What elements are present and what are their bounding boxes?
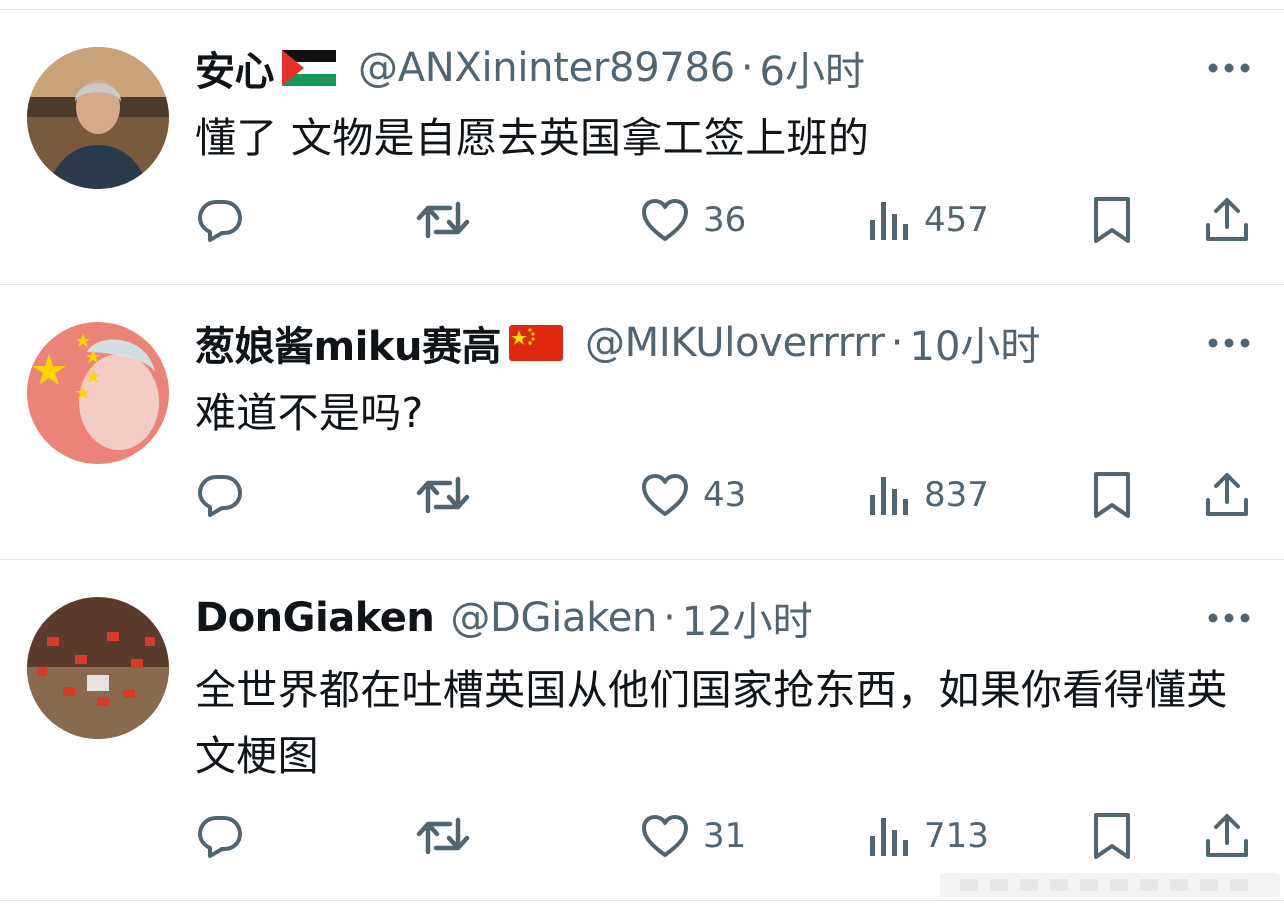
retweet-icon <box>416 196 470 244</box>
separator-dot: · <box>890 320 904 366</box>
view-count: 837 <box>924 475 989 515</box>
retweet-button[interactable] <box>416 806 470 866</box>
action-bar: 43 837 <box>0 465 1284 525</box>
reply-icon <box>196 471 244 519</box>
tweet[interactable]: DonGiaken @DGiaken · 12小时 全世界都在吐槽英国从他们国家… <box>0 560 1284 900</box>
share-icon <box>1204 197 1250 243</box>
tweet-text: 全世界都在吐槽英国从他们国家抢东西，如果你看得懂英文梗图 <box>195 666 1228 780</box>
views-button[interactable]: 837 <box>868 465 989 525</box>
user-handle[interactable]: @ANXininter89786 <box>358 45 735 91</box>
views-button[interactable]: 713 <box>868 806 989 866</box>
view-count: 457 <box>924 200 989 240</box>
china-flag-icon <box>508 325 563 361</box>
timestamp[interactable]: 10小时 <box>910 314 1041 372</box>
avatar[interactable] <box>27 597 169 739</box>
bookmark-button[interactable] <box>1092 190 1132 250</box>
share-icon <box>1204 813 1250 859</box>
views-icon <box>868 198 910 242</box>
bookmark-icon <box>1092 196 1132 244</box>
heart-icon <box>641 198 689 242</box>
views-icon <box>868 814 910 858</box>
view-count: 713 <box>924 816 989 856</box>
display-name[interactable]: DonGiaken <box>195 595 435 641</box>
share-button[interactable] <box>1204 806 1250 866</box>
views-icon <box>868 473 910 517</box>
views-button[interactable]: 457 <box>868 190 989 250</box>
retweet-icon <box>416 812 470 860</box>
separator-dot: · <box>740 45 754 91</box>
action-bar: 36 457 <box>0 190 1284 250</box>
tweet-header: 安心 @ANXininter89786 · 6小时 <box>195 39 865 97</box>
like-button[interactable]: 43 <box>641 465 746 525</box>
tweet-header: 葱娘酱miku赛高 @MIKUloverrrrr · 10小时 <box>195 314 1041 372</box>
bookmark-icon <box>1092 812 1132 860</box>
timestamp[interactable]: 12小时 <box>682 589 813 647</box>
tweet-header: DonGiaken @DGiaken · 12小时 <box>195 589 813 647</box>
reply-button[interactable] <box>196 190 244 250</box>
reply-icon <box>196 812 244 860</box>
palestine-flag-icon <box>282 50 336 86</box>
share-button[interactable] <box>1204 465 1250 525</box>
like-count: 36 <box>703 200 747 240</box>
tweet[interactable]: 葱娘酱miku赛高 @MIKUloverrrrr · 10小时 难道不是吗? 4… <box>0 285 1284 559</box>
like-count: 43 <box>703 475 747 515</box>
heart-icon <box>641 814 689 858</box>
retweet-button[interactable] <box>416 465 470 525</box>
display-name[interactable]: 葱娘酱miku赛高 <box>195 314 501 372</box>
watermark <box>940 865 1280 905</box>
user-handle[interactable]: @MIKUloverrrrr <box>585 320 885 366</box>
avatar[interactable] <box>27 47 169 189</box>
bookmark-button[interactable] <box>1092 465 1132 525</box>
tweet[interactable]: 安心 @ANXininter89786 · 6小时 懂了 文物是自愿去英国拿工签… <box>0 10 1284 284</box>
more-icon[interactable] <box>1206 335 1252 351</box>
like-count: 31 <box>703 816 747 856</box>
tweet-text: 难道不是吗? <box>195 389 424 437</box>
more-icon[interactable] <box>1206 60 1252 76</box>
avatar[interactable] <box>27 322 169 464</box>
bookmark-icon <box>1092 471 1132 519</box>
timestamp[interactable]: 6小时 <box>760 39 865 97</box>
separator-dot: · <box>663 595 676 641</box>
user-handle[interactable]: @DGiaken <box>450 595 657 641</box>
bookmark-button[interactable] <box>1092 806 1132 866</box>
retweet-icon <box>416 471 470 519</box>
heart-icon <box>641 473 689 517</box>
reply-button[interactable] <box>196 465 244 525</box>
retweet-button[interactable] <box>416 190 470 250</box>
reply-icon <box>196 196 244 244</box>
reply-button[interactable] <box>196 806 244 866</box>
action-bar: 31 713 <box>0 806 1284 866</box>
share-button[interactable] <box>1204 190 1250 250</box>
like-button[interactable]: 36 <box>641 190 746 250</box>
share-icon <box>1204 472 1250 518</box>
more-icon[interactable] <box>1206 610 1252 626</box>
tweet-text: 懂了 文物是自愿去英国拿工签上班的 <box>195 114 870 162</box>
display-name[interactable]: 安心 <box>195 39 275 97</box>
like-button[interactable]: 31 <box>641 806 746 866</box>
